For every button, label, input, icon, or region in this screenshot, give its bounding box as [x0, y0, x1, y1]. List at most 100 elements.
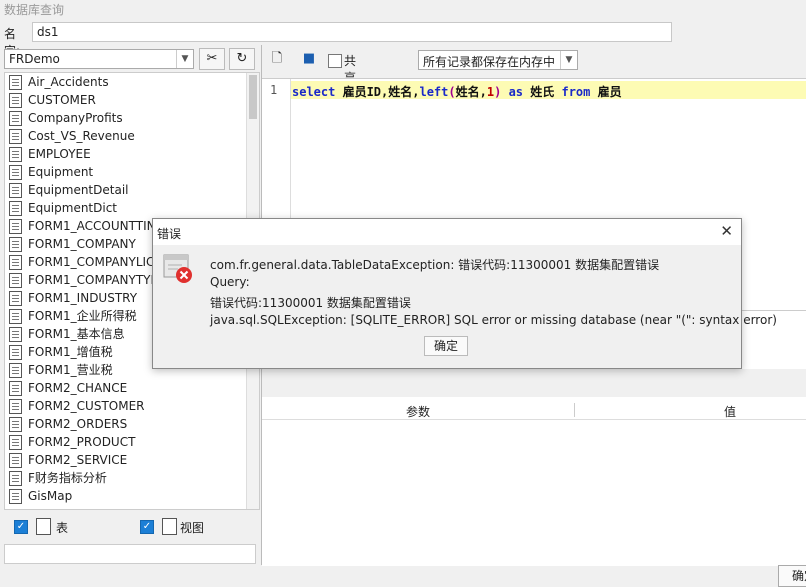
table-icon: [9, 327, 22, 342]
chevron-down-icon[interactable]: ▼: [560, 51, 577, 69]
save-button[interactable]: ■: [298, 48, 320, 70]
table-list-item[interactable]: FORM2_CHANCE: [5, 379, 259, 397]
table-name: FORM1_ACCOUNTTIN: [28, 219, 156, 233]
view-icon: [162, 518, 177, 535]
memory-mode-value: 所有记录都保存在内存中: [423, 55, 556, 69]
table-icon: [9, 291, 22, 306]
table-search-input[interactable]: [4, 544, 256, 564]
table-icon: [9, 273, 22, 288]
table-name: FORM1_企业所得税: [28, 309, 137, 323]
connection-settings-button[interactable]: ✂: [199, 48, 225, 70]
chevron-down-icon[interactable]: ▼: [176, 50, 193, 68]
preview-button[interactable]: 🗋: [266, 48, 288, 70]
table-filter-label: 表: [56, 521, 69, 535]
column-divider[interactable]: [574, 403, 575, 417]
table-name: FORM2_SERVICE: [28, 453, 128, 467]
table-name: FORM2_CHANCE: [28, 381, 128, 395]
table-list-item[interactable]: CompanyProfits: [5, 109, 259, 127]
save-icon: ■: [302, 51, 316, 66]
table-icon: [9, 453, 22, 468]
refresh-icon: ↻: [236, 51, 248, 66]
value-column-header: 值: [724, 405, 737, 419]
table-icon: [9, 201, 22, 216]
table-icon: [9, 129, 22, 144]
sql-code[interactable]: select 雇员ID,姓名,left(姓名,1) as 姓氏 from 雇员: [292, 83, 622, 100]
dialog-title: 错误: [157, 227, 182, 241]
table-icon: [9, 435, 22, 450]
table-name: GisMap: [28, 489, 73, 503]
table-icon: [9, 399, 22, 414]
sql-function: left: [419, 85, 449, 99]
table-checkbox[interactable]: ✓: [14, 520, 28, 534]
table-name: Equipment: [28, 165, 94, 179]
table-icon: [9, 255, 22, 270]
sql-paren: (: [448, 85, 456, 99]
table-icon: [9, 219, 22, 234]
table-icon: [9, 93, 22, 108]
refresh-button[interactable]: ↻: [229, 48, 255, 70]
sql-text: 雇员ID,姓名,: [335, 85, 420, 99]
error-message-line: java.sql.SQLException: [SQLITE_ERROR] SQ…: [210, 313, 777, 327]
table-icon: [9, 471, 22, 486]
table-name: FORM2_ORDERS: [28, 417, 128, 431]
table-icon: [36, 518, 51, 535]
table-name: FORM1_INDUSTRY: [28, 291, 138, 305]
table-list-item[interactable]: Air_Accidents: [5, 73, 259, 91]
ok-button[interactable]: 确定: [778, 565, 806, 587]
sql-text: 雇员: [590, 85, 622, 99]
table-list-item[interactable]: CUSTOMER: [5, 91, 259, 109]
table-name: Cost_VS_Revenue: [28, 129, 135, 143]
view-checkbox[interactable]: ✓: [140, 520, 154, 534]
table-icon: [9, 363, 22, 378]
tools-icon: ✂: [206, 51, 218, 66]
table-name: CUSTOMER: [28, 93, 96, 107]
table-list-item[interactable]: Equipment: [5, 163, 259, 181]
table-list-item[interactable]: GisMap: [5, 487, 259, 505]
sql-number: 1: [486, 85, 495, 99]
table-icon: [9, 75, 22, 90]
table-name: FORM1_增值税: [28, 345, 113, 359]
share-dataset-checkbox[interactable]: [328, 54, 342, 68]
datasource-select[interactable]: FRDemo ▼: [4, 49, 194, 69]
table-list-item[interactable]: EquipmentDict: [5, 199, 259, 217]
sql-keyword: select: [292, 85, 336, 99]
table-name: FORM1_营业税: [28, 363, 113, 377]
dialog-ok-button[interactable]: 确定: [424, 336, 468, 356]
table-icon: [9, 237, 22, 252]
error-message-line: 错误代码:11300001 数据集配置错误: [210, 296, 411, 310]
table-list-item[interactable]: EMPLOYEE: [5, 145, 259, 163]
sql-text: 姓氏: [523, 85, 562, 99]
table-icon: [9, 417, 22, 432]
table-name: FORM1_基本信息: [28, 327, 125, 341]
error-icon: [163, 254, 192, 283]
sql-text: 姓名,: [455, 85, 487, 99]
table-name: FORM1_COMPANY: [28, 237, 136, 251]
table-icon: [9, 489, 22, 504]
name-input[interactable]: ds1: [32, 22, 672, 42]
view-filter-label: 视图: [180, 521, 205, 535]
table-icon: [9, 165, 22, 180]
table-list-item[interactable]: F财务指标分析: [5, 469, 259, 487]
type-filters: ✓ 表 ✓ 视图: [4, 512, 258, 542]
table-list-item[interactable]: FORM2_CUSTOMER: [5, 397, 259, 415]
datasource-value: FRDemo: [9, 52, 60, 66]
table-list-item[interactable]: FORM2_SERVICE: [5, 451, 259, 469]
memory-mode-select[interactable]: 所有记录都保存在内存中 ▼: [418, 50, 578, 70]
table-icon: [9, 111, 22, 126]
sql-keyword: from: [561, 85, 591, 99]
table-name: F财务指标分析: [28, 471, 107, 485]
table-list-item[interactable]: FORM2_PRODUCT: [5, 433, 259, 451]
table-list-item[interactable]: EquipmentDetail: [5, 181, 259, 199]
table-list-item[interactable]: Cost_VS_Revenue: [5, 127, 259, 145]
table-name: FORM1_COMPANYTYF: [28, 273, 158, 287]
preview-icon: 🗋: [271, 51, 283, 66]
table-name: EMPLOYEE: [28, 147, 91, 161]
sql-paren: ): [494, 85, 502, 99]
scroll-thumb[interactable]: [249, 75, 257, 119]
table-icon: [9, 309, 22, 324]
table-list-item[interactable]: FORM2_ORDERS: [5, 415, 259, 433]
dialog-body: com.fr.general.data.TableDataException: …: [153, 245, 777, 368]
table-icon: [9, 147, 22, 162]
table-name: Air_Accidents: [28, 75, 109, 89]
close-icon[interactable]: ✕: [720, 222, 733, 240]
